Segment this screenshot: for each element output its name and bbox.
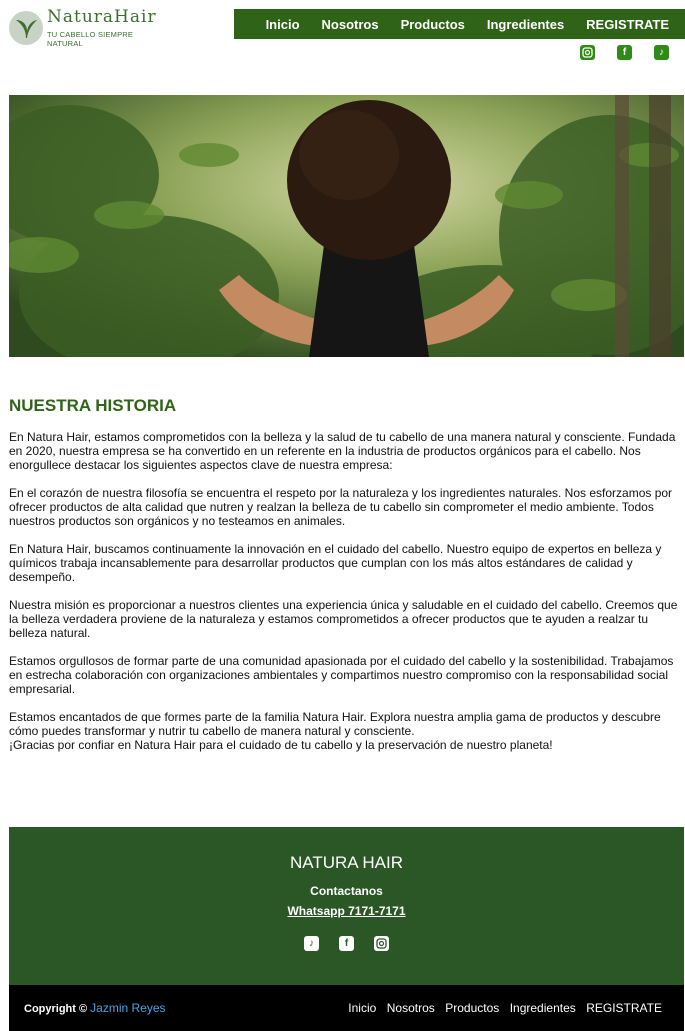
nav-inicio[interactable]: Inicio	[266, 17, 300, 32]
main-nav: Inicio Nosotros Productos Ingredientes R…	[234, 9, 685, 39]
footer-nav-nosotros[interactable]: Nosotros	[387, 1001, 435, 1015]
logo-title: NaturaHair	[47, 7, 157, 27]
closing-line-1: Estamos encantados de que formes parte d…	[9, 710, 661, 738]
footer-contact-label: Contactanos	[310, 884, 383, 898]
footer-social-links: ♪ f	[9, 936, 684, 951]
logo[interactable]: NaturaHair TU CABELLO SIEMPRE NATURAL	[9, 7, 164, 48]
logo-tagline: TU CABELLO SIEMPRE NATURAL	[47, 30, 134, 48]
paragraph-philosophy: En el corazón de nuestra filosofía se en…	[9, 486, 673, 528]
author-link[interactable]: Jazmin Reyes	[90, 1001, 165, 1015]
bottom-bar: Copyright © Jazmin Reyes Inicio Nosotros…	[9, 985, 684, 1031]
nav-ingredientes[interactable]: Ingredientes	[487, 17, 564, 32]
site-footer: NATURA HAIR Contactanos Whatsapp 7171-71…	[9, 827, 684, 985]
copyright-text: Copyright ©	[24, 1003, 88, 1015]
footer-nav-registrate[interactable]: REGISTRATE	[586, 1001, 662, 1015]
footer-nav-inicio[interactable]: Inicio	[348, 1001, 376, 1015]
nav-registrate[interactable]: REGISTRATE	[586, 17, 669, 32]
hero-image	[9, 95, 684, 357]
site-header: NaturaHair TU CABELLO SIEMPRE NATURAL In…	[0, 0, 685, 90]
whatsapp-link[interactable]: Whatsapp 7171-7171	[287, 904, 405, 918]
header-social-links: f ♪	[558, 45, 669, 60]
leaf-logo-icon	[9, 11, 43, 45]
page-title: NUESTRA HISTORIA	[9, 396, 177, 415]
nav-nosotros[interactable]: Nosotros	[322, 17, 379, 32]
copyright: Copyright © Jazmin Reyes	[24, 1001, 166, 1015]
hero-forest-woman-illustration	[9, 95, 684, 357]
tiktok-icon[interactable]: ♪	[654, 45, 669, 60]
main-content: NUESTRA HISTORIA En Natura Hair, estamos…	[9, 396, 681, 752]
paragraph-mission: Nuestra misión es proporcionar a nuestro…	[9, 598, 678, 640]
facebook-icon[interactable]: f	[339, 936, 354, 951]
tiktok-icon[interactable]: ♪	[304, 936, 319, 951]
facebook-icon[interactable]: f	[617, 45, 632, 60]
paragraph-community: Estamos orgullosos de formar parte de un…	[9, 654, 674, 696]
footer-nav-productos[interactable]: Productos	[445, 1001, 499, 1015]
paragraph-closing: Estamos encantados de que formes parte d…	[9, 710, 681, 752]
footer-nav: Inicio Nosotros Productos Ingredientes R…	[342, 999, 662, 1017]
footer-nav-ingredientes[interactable]: Ingredientes	[510, 1001, 576, 1015]
closing-line-2: ¡Gracias por confiar en Natura Hair para…	[9, 738, 553, 752]
instagram-icon[interactable]	[374, 936, 389, 951]
nav-productos[interactable]: Productos	[401, 17, 465, 32]
instagram-icon[interactable]	[580, 45, 595, 60]
paragraph-intro: En Natura Hair, estamos comprometidos co…	[9, 430, 676, 472]
footer-brand: NATURA HAIR	[289, 853, 404, 872]
paragraph-innovation: En Natura Hair, buscamos continuamente l…	[9, 542, 662, 584]
